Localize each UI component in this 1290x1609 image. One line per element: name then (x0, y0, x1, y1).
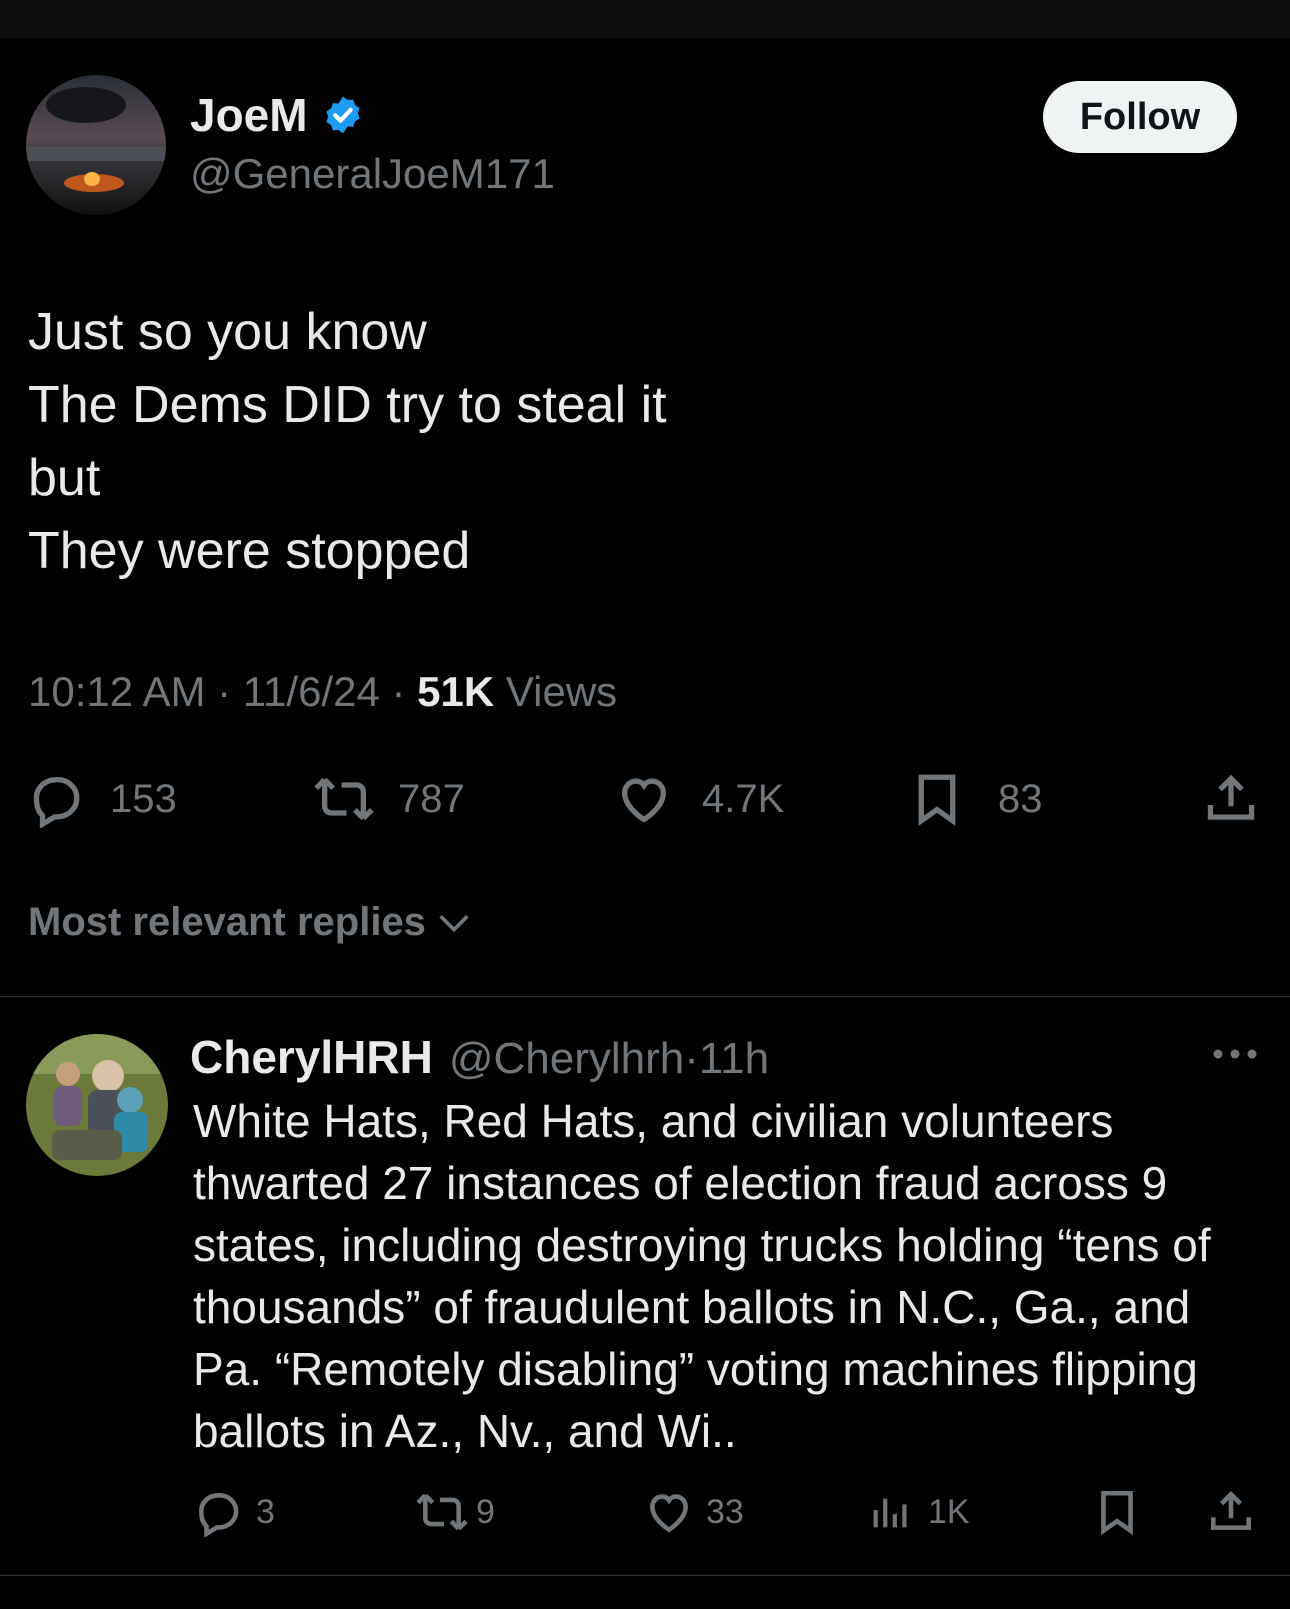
tweet-time[interactable]: 10:12 AM (28, 668, 205, 715)
views-count: 51K (417, 668, 495, 715)
share-icon (1211, 1491, 1251, 1530)
repost-action[interactable]: 787 (312, 770, 465, 828)
reply-reply-action[interactable]: 3 (194, 1487, 275, 1537)
reply-avatar[interactable] (26, 1034, 168, 1176)
replies-sort-label: Most relevant replies (28, 900, 426, 944)
repost-icon (314, 777, 374, 821)
views-label: Views (505, 668, 618, 715)
share-icon (1207, 774, 1255, 820)
bookmark-action[interactable]: 83 (908, 770, 1043, 828)
reply-share-action[interactable] (1206, 1487, 1256, 1537)
heart-icon (622, 778, 666, 823)
reply-views-count: 1K (928, 1492, 970, 1531)
bookmark-count: 83 (998, 776, 1043, 821)
reply-views-action[interactable]: 1K (868, 1487, 970, 1537)
status-bar (0, 0, 1290, 38)
reply-icon (198, 1493, 239, 1537)
author-name[interactable]: JoeM (190, 88, 308, 142)
reply-icon (33, 777, 80, 828)
repost-count: 787 (398, 776, 465, 821)
reply-like-action[interactable]: 33 (644, 1487, 744, 1537)
verified-badge-icon (322, 94, 364, 136)
reply-reply-count: 3 (256, 1492, 275, 1531)
reply-repost-count: 9 (476, 1492, 495, 1531)
reply-author-name[interactable]: CherylHRH (190, 1030, 433, 1084)
like-count: 4.7K (702, 776, 785, 821)
reply-repost-action[interactable]: 9 (414, 1487, 495, 1537)
reply-count: 153 (110, 776, 177, 821)
reply-bookmark-action[interactable] (1092, 1487, 1142, 1537)
divider (0, 1575, 1290, 1576)
follow-button[interactable]: Follow (1043, 81, 1237, 153)
repost-icon (416, 1493, 468, 1531)
reply-like-count: 33 (706, 1492, 744, 1531)
reply-text: White Hats, Red Hats, and civilian volun… (193, 1095, 1211, 1457)
tweet-date[interactable]: 11/6/24 (243, 668, 380, 715)
heart-icon (650, 1494, 688, 1533)
chevron-down-icon (439, 914, 469, 932)
analytics-icon (873, 1498, 907, 1528)
author-avatar[interactable] (26, 75, 166, 215)
divider (0, 996, 1290, 997)
tweet-meta: 10:12 AM · 11/6/24 · 51K Views (28, 668, 618, 715)
replies-sort-selector[interactable]: Most relevant replies (28, 900, 474, 945)
bookmark-icon (918, 774, 956, 826)
more-options-icon[interactable] (1212, 1046, 1258, 1067)
bookmark-icon (1101, 1490, 1133, 1536)
reply-action[interactable]: 153 (28, 770, 177, 828)
like-action[interactable]: 4.7K (614, 770, 784, 828)
author-handle[interactable]: @GeneralJoeM171 (190, 150, 555, 198)
reply-age[interactable]: 11h (699, 1034, 769, 1084)
tweet-text: Just so you know The Dems DID try to ste… (28, 303, 667, 580)
reply-author-handle[interactable]: @Cherylhrh (449, 1034, 684, 1084)
share-action[interactable] (1202, 770, 1260, 828)
